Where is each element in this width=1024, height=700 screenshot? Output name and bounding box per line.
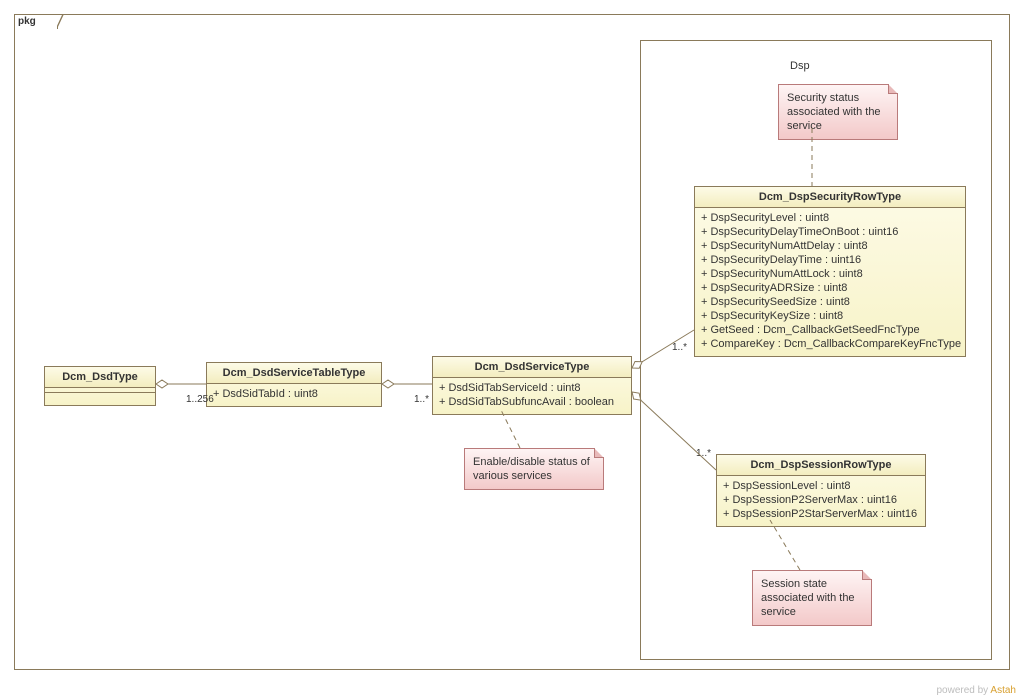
class-attribute: + DsdSidTabId : uint8 (213, 387, 375, 401)
class-dsp-securityrowtype[interactable]: Dcm_DspSecurityRowType + DspSecurityLeve… (694, 186, 966, 357)
class-attribute: + DspSecurityKeySize : uint8 (701, 309, 959, 323)
class-dsd-servicetype[interactable]: Dcm_DsdServiceType + DsdSidTabServiceId … (432, 356, 632, 415)
multiplicity-label: 1..* (414, 394, 429, 405)
class-attribute: + DspSecurityDelayTimeOnBoot : uint16 (701, 225, 959, 239)
package-tab: pkg (14, 14, 58, 29)
class-title: Dcm_DspSessionRowType (717, 455, 925, 476)
class-attribute: + DsdSidTabSubfuncAvail : boolean (439, 395, 625, 409)
class-attribute: + DspSessionP2ServerMax : uint16 (723, 493, 919, 507)
class-attribute: + DspSessionLevel : uint8 (723, 479, 919, 493)
class-attribute: + DspSecuritySeedSize : uint8 (701, 295, 959, 309)
class-dcm-dsdtype[interactable]: Dcm_DsdType (44, 366, 156, 406)
class-title: Dcm_DsdType (45, 367, 155, 388)
note-session: Session state associated with the servic… (752, 570, 872, 626)
footer-powered-by: powered by Astah (936, 685, 1016, 696)
class-attribute: + DspSessionP2StarServerMax : uint16 (723, 507, 919, 521)
class-attribute: + DspSecurityNumAttLock : uint8 (701, 267, 959, 281)
class-attribute: + DspSecurityDelayTime : uint16 (701, 253, 959, 267)
note-services: Enable/disable status of various service… (464, 448, 604, 490)
multiplicity-label: 1..* (672, 342, 687, 353)
class-attribute: + DspSecurityNumAttDelay : uint8 (701, 239, 959, 253)
class-attribute: + DspSecurityLevel : uint8 (701, 211, 959, 225)
class-title: Dcm_DsdServiceTableType (207, 363, 381, 384)
footer-text: powered by (936, 685, 990, 696)
multiplicity-label: 1..* (696, 448, 711, 459)
class-title: Dcm_DsdServiceType (433, 357, 631, 378)
class-attribute: + GetSeed : Dcm_CallbackGetSeedFncType (701, 323, 959, 337)
class-attribute: + CompareKey : Dcm_CallbackCompareKeyFnc… (701, 337, 959, 351)
multiplicity-label: 1..256 (186, 394, 214, 405)
diagram-canvas: pkg Dsp Dcm_DsdType Dcm_DsdServiceTableT… (0, 0, 1024, 700)
class-dsp-sessionrowtype[interactable]: Dcm_DspSessionRowType + DspSessionLevel … (716, 454, 926, 527)
class-attribute: + DsdSidTabServiceId : uint8 (439, 381, 625, 395)
dsp-frame-title: Dsp (790, 60, 810, 72)
class-title: Dcm_DspSecurityRowType (695, 187, 965, 208)
class-dsd-servicetabletype[interactable]: Dcm_DsdServiceTableType + DsdSidTabId : … (206, 362, 382, 407)
footer-brand: Astah (990, 685, 1016, 696)
note-security: Security status associated with the serv… (778, 84, 898, 140)
class-attribute: + DspSecurityADRSize : uint8 (701, 281, 959, 295)
